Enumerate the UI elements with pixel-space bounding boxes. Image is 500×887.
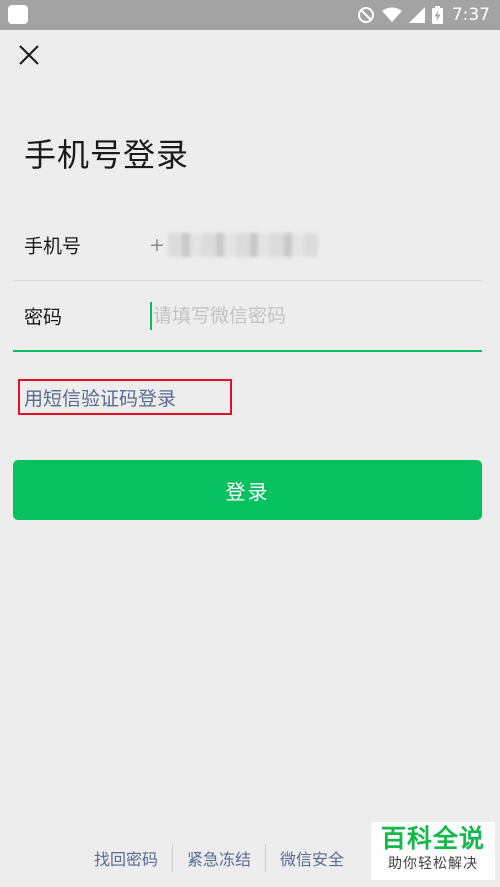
- find-password-link[interactable]: 找回密码: [80, 846, 172, 870]
- status-bar: 7:37: [0, 0, 500, 30]
- status-time: 7:37: [451, 5, 490, 25]
- footer-links: 找回密码 紧急冻结 微信安全: [80, 843, 358, 873]
- page-title: 手机号登录: [24, 136, 190, 174]
- signal-icon: [408, 7, 425, 23]
- app-icon: [8, 5, 28, 24]
- status-icons: 7:37: [357, 0, 490, 30]
- phone-prefix: +: [149, 234, 165, 256]
- phone-row: 手机号 +: [13, 210, 482, 281]
- do-not-disturb-icon: [357, 6, 375, 24]
- login-button[interactable]: 登录: [13, 460, 482, 520]
- close-button[interactable]: [12, 40, 46, 74]
- password-label: 密码: [24, 306, 63, 329]
- battery-charging-icon: [431, 6, 443, 24]
- watermark-subtitle: 助你轻松解决: [388, 856, 478, 872]
- phone-label: 手机号: [24, 235, 82, 258]
- wifi-icon: [381, 7, 402, 23]
- wechat-security-link[interactable]: 微信安全: [266, 846, 358, 870]
- password-input[interactable]: [151, 299, 473, 333]
- phone-number-blurred: [167, 233, 318, 257]
- sms-login-link[interactable]: 用短信验证码登录: [18, 379, 232, 415]
- password-row: 密码: [13, 282, 482, 352]
- phone-number-field[interactable]: +: [149, 233, 318, 257]
- emergency-freeze-link[interactable]: 紧急冻结: [173, 846, 265, 870]
- close-icon: [18, 44, 40, 70]
- watermark: 百科全说 助你轻松解决: [371, 822, 495, 880]
- watermark-title: 百科全说: [380, 824, 485, 853]
